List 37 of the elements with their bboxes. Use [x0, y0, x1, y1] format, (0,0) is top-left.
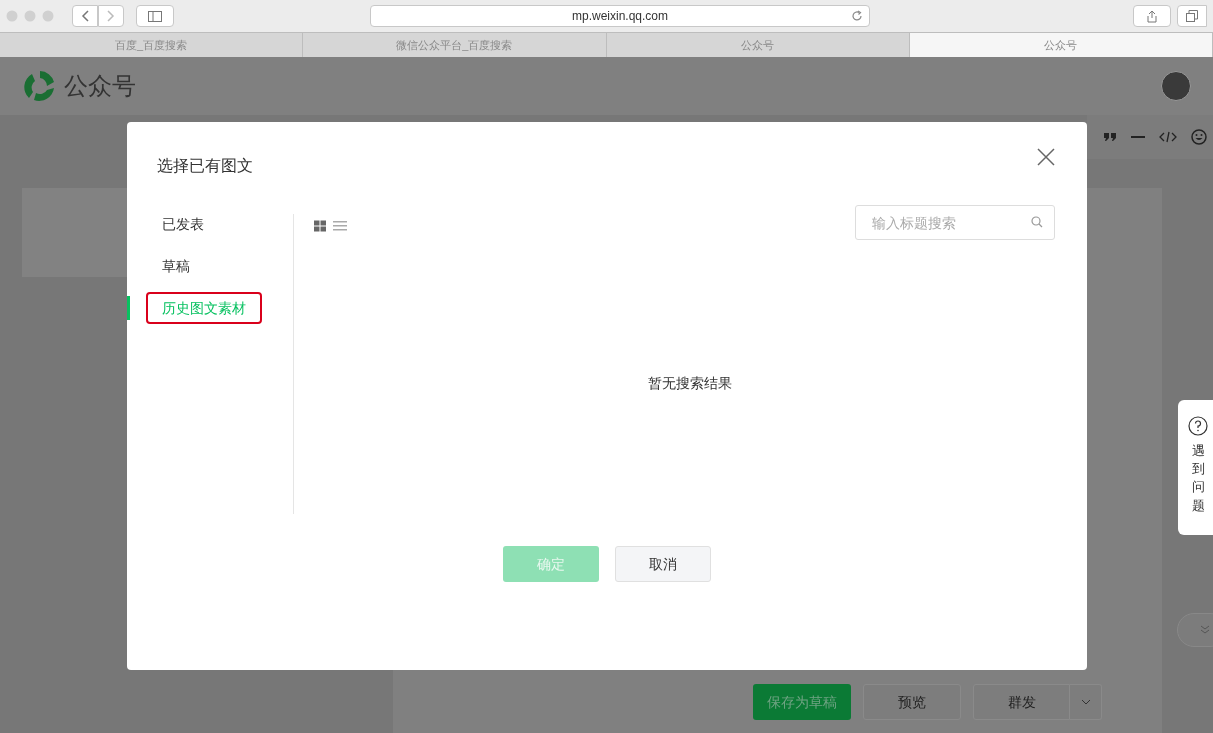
help-label: 遇到问题 — [1191, 442, 1205, 515]
mass-send-button[interactable]: 群发 — [973, 684, 1070, 720]
chevron-down-icon — [1080, 699, 1091, 705]
help-widget[interactable]: 遇到问题 — [1178, 400, 1213, 535]
code-icon[interactable] — [1159, 131, 1177, 143]
browser-tab[interactable]: 公众号 — [909, 33, 1213, 57]
dialog-title: 选择已有图文 — [157, 156, 253, 176]
search-field[interactable]: 输入标题搜索 — [855, 205, 1055, 240]
sidebar-icon — [148, 10, 162, 22]
grid-view-icon[interactable] — [314, 220, 327, 232]
chevron-right-icon — [107, 10, 115, 22]
cancel-button[interactable]: 取消 — [615, 546, 711, 582]
avatar[interactable] — [1161, 71, 1191, 101]
chevron-left-icon — [81, 10, 89, 22]
help-icon — [1188, 416, 1208, 436]
horizontal-rule-icon[interactable] — [1131, 135, 1145, 139]
address-bar[interactable]: mp.weixin.qq.com — [370, 5, 870, 27]
sidebar-button[interactable] — [136, 5, 174, 27]
nav-item[interactable]: 草稿 — [146, 250, 206, 282]
tabs-icon — [1186, 10, 1198, 22]
list-view-icon[interactable] — [333, 220, 347, 232]
nav-item[interactable]: 已发表 — [146, 208, 220, 240]
empty-message: 暂无搜索结果 — [648, 374, 732, 393]
share-button[interactable] — [1133, 5, 1171, 27]
url-text: mp.weixin.qq.com — [571, 8, 668, 25]
share-icon — [1147, 9, 1157, 23]
search-icon — [1031, 216, 1043, 228]
close-icon[interactable] — [1037, 148, 1055, 166]
nav-item[interactable]: 历史图文素材 — [146, 292, 262, 324]
back-button[interactable] — [72, 5, 98, 27]
preview-button[interactable]: 预览 — [863, 684, 961, 720]
double-chevron-icon — [1200, 625, 1210, 635]
logo-text: 公众号 — [64, 71, 136, 101]
tabs-button[interactable] — [1177, 5, 1207, 27]
quote-icon[interactable] — [1103, 132, 1117, 142]
reload-icon[interactable] — [851, 10, 863, 22]
emoji-icon[interactable] — [1191, 129, 1207, 145]
